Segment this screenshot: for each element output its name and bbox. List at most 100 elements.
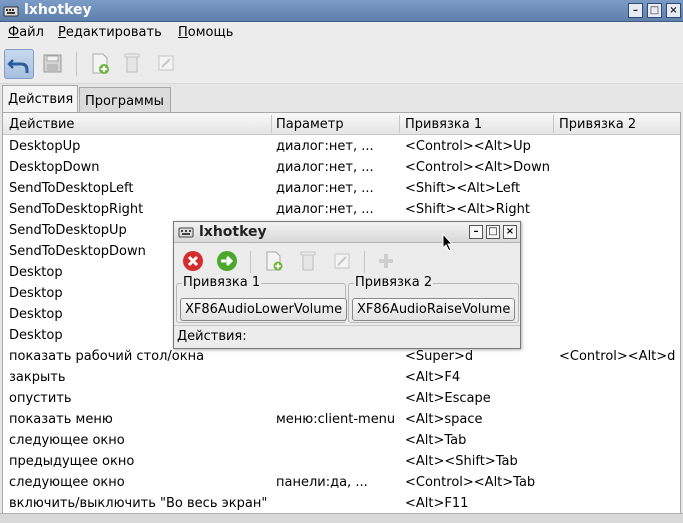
column-divider[interactable] — [553, 115, 554, 133]
binding2-group: Привязка 2 XF86AudioRaiseVolume — [348, 275, 519, 323]
toolbar-separator — [76, 52, 77, 76]
cell-action: Desktop — [9, 307, 63, 322]
cell-param: диалог:нет, ... — [276, 202, 374, 217]
close-button[interactable]: × — [666, 3, 681, 18]
window-titlebar[interactable]: lxhotkey – □ × — [0, 0, 683, 22]
table-row[interactable]: SendToDesktopRight диалог:нет, ... <Shift>… — [3, 199, 680, 220]
toolbar — [0, 44, 683, 84]
minimize-button[interactable]: – — [628, 3, 643, 18]
add-icon — [92, 53, 109, 74]
cell-action: SendToDesktopUp — [9, 223, 127, 238]
dialog-toolbar-separator — [364, 251, 365, 273]
cell-bind1: <Shift><Alt>Right — [405, 202, 530, 217]
binding2-label: Привязка 2 — [354, 275, 434, 290]
dialog-add-button[interactable] — [262, 249, 286, 273]
binding1-label: Привязка 1 — [182, 275, 262, 290]
undo-button[interactable] — [4, 49, 34, 79]
table-row[interactable]: показать меню меню:client-menu <Alt>space — [3, 409, 680, 430]
table-row[interactable]: следующее окно панели:да, ... <Control><Al… — [3, 472, 680, 493]
dialog-close-button[interactable]: × — [503, 225, 517, 239]
dialog-maximize-button[interactable]: □ — [486, 225, 500, 239]
cell-bind1: <Alt>space — [405, 412, 483, 427]
dialog-titlebar[interactable]: lxhotkey – □ × — [174, 222, 520, 243]
save-button[interactable] — [38, 49, 68, 79]
delete-button[interactable] — [118, 49, 148, 79]
cell-action: предыдущее окно — [9, 454, 135, 469]
cell-action: опустить — [9, 391, 72, 406]
tab-programs[interactable]: Программы — [79, 87, 171, 113]
cancel-icon — [183, 251, 203, 271]
cell-bind1: <Alt><Shift>Tab — [405, 454, 518, 469]
tab-actions[interactable]: Действия — [2, 85, 78, 113]
binding1-group: Привязка 1 XF86AudioLowerVolume — [176, 275, 348, 323]
binding1-key-button[interactable]: XF86AudioLowerVolume — [180, 298, 348, 321]
cell-action: SendToDesktopDown — [9, 244, 146, 259]
actions-label: Действия: — [177, 329, 247, 344]
cell-bind1: <Alt>Escape — [405, 391, 491, 406]
table-row[interactable]: DesktopDown диалог:нет, ... <Control><Alt>… — [3, 157, 680, 178]
menu-help[interactable]: Помощь — [178, 25, 233, 40]
cell-action: SendToDesktopLeft — [9, 181, 134, 196]
keyboard-icon — [178, 227, 194, 238]
menubar: Файл Редактировать Помощь — [0, 22, 683, 44]
binding2-key-button[interactable]: XF86AudioRaiseVolume — [352, 298, 516, 321]
trash-icon — [124, 53, 140, 73]
cell-action: Desktop — [9, 265, 63, 280]
column-header-binding2[interactable]: Привязка 2 — [559, 117, 636, 132]
add-icon — [266, 251, 283, 271]
column-divider[interactable] — [271, 115, 272, 133]
apply-icon — [217, 251, 237, 271]
cell-bind1: <Shift><Alt>Left — [405, 181, 521, 196]
tab-bar: Действия Программы — [0, 84, 683, 113]
cell-action: показать меню — [9, 412, 113, 427]
cell-action: показать рабочий стол/окна — [9, 349, 205, 364]
table-row[interactable]: следующее окно <Alt>Tab — [3, 430, 680, 451]
add-button[interactable] — [85, 49, 115, 79]
maximize-button[interactable]: □ — [647, 3, 662, 18]
table-row[interactable]: предыдущее окно <Alt><Shift>Tab — [3, 451, 680, 472]
cell-action: DesktopUp — [9, 139, 81, 154]
menu-edit[interactable]: Редактировать — [58, 25, 162, 40]
dialog-edit-button[interactable] — [330, 249, 354, 273]
edit-icon — [158, 55, 174, 71]
column-header-binding1[interactable]: Привязка 1 — [405, 117, 482, 132]
cell-bind1: <Control><Alt>Down — [405, 160, 550, 175]
cancel-button[interactable] — [181, 249, 205, 273]
cell-bind1: <Alt>F4 — [405, 370, 461, 385]
cell-bind1: <Alt>F11 — [405, 496, 469, 511]
column-header-action[interactable]: Действие — [9, 117, 74, 132]
dialog-actions-section: Действия: — [174, 325, 520, 348]
dialog-plus-button[interactable] — [374, 249, 398, 273]
table-row[interactable]: закрыть <Alt>F4 — [3, 367, 680, 388]
table-row[interactable]: показать рабочий стол/окна <Super>d <Contr… — [3, 346, 680, 367]
cell-bind1: <Super>d — [405, 349, 474, 364]
table-row[interactable]: опустить <Alt>Escape — [3, 388, 680, 409]
cell-bind1: <Alt>Tab — [405, 433, 467, 448]
cell-param: диалог:нет, ... — [276, 139, 374, 154]
cell-action: SendToDesktopRight — [9, 202, 144, 217]
window-title: lxhotkey — [24, 2, 92, 18]
cell-action: следующее окно — [9, 433, 125, 448]
edit-button[interactable] — [152, 49, 182, 79]
undo-icon — [7, 59, 29, 73]
cell-param: диалог:нет, ... — [276, 160, 374, 175]
menu-file[interactable]: Файл — [8, 25, 44, 40]
apply-button[interactable] — [215, 249, 239, 273]
cell-action: закрыть — [9, 370, 66, 385]
cell-param: диалог:нет, ... — [276, 181, 374, 196]
trash-icon — [300, 251, 316, 271]
column-divider[interactable] — [399, 115, 400, 133]
table-row[interactable]: SendToDesktopLeft диалог:нет, ... <Shift><… — [3, 178, 680, 199]
cell-action: DesktopDown — [9, 160, 100, 175]
edit-icon — [334, 253, 350, 269]
column-header-parameter[interactable]: Параметр — [276, 117, 344, 132]
cell-action: следующее окно — [9, 475, 125, 490]
dialog-delete-button[interactable] — [296, 249, 320, 273]
cell-bind1: <Control><Alt>Tab — [405, 475, 536, 490]
cell-action: включить/выключить "Во весь экран" — [9, 496, 268, 511]
dialog-minimize-button[interactable]: – — [469, 225, 483, 239]
table-row[interactable]: DesktopUp диалог:нет, ... <Control><Alt>Up — [3, 136, 680, 157]
cell-bind2: <Control><Alt>d — [559, 349, 676, 364]
table-row[interactable]: включить/выключить "Во весь экран" <Alt>F… — [3, 493, 680, 514]
save-icon — [43, 54, 62, 73]
